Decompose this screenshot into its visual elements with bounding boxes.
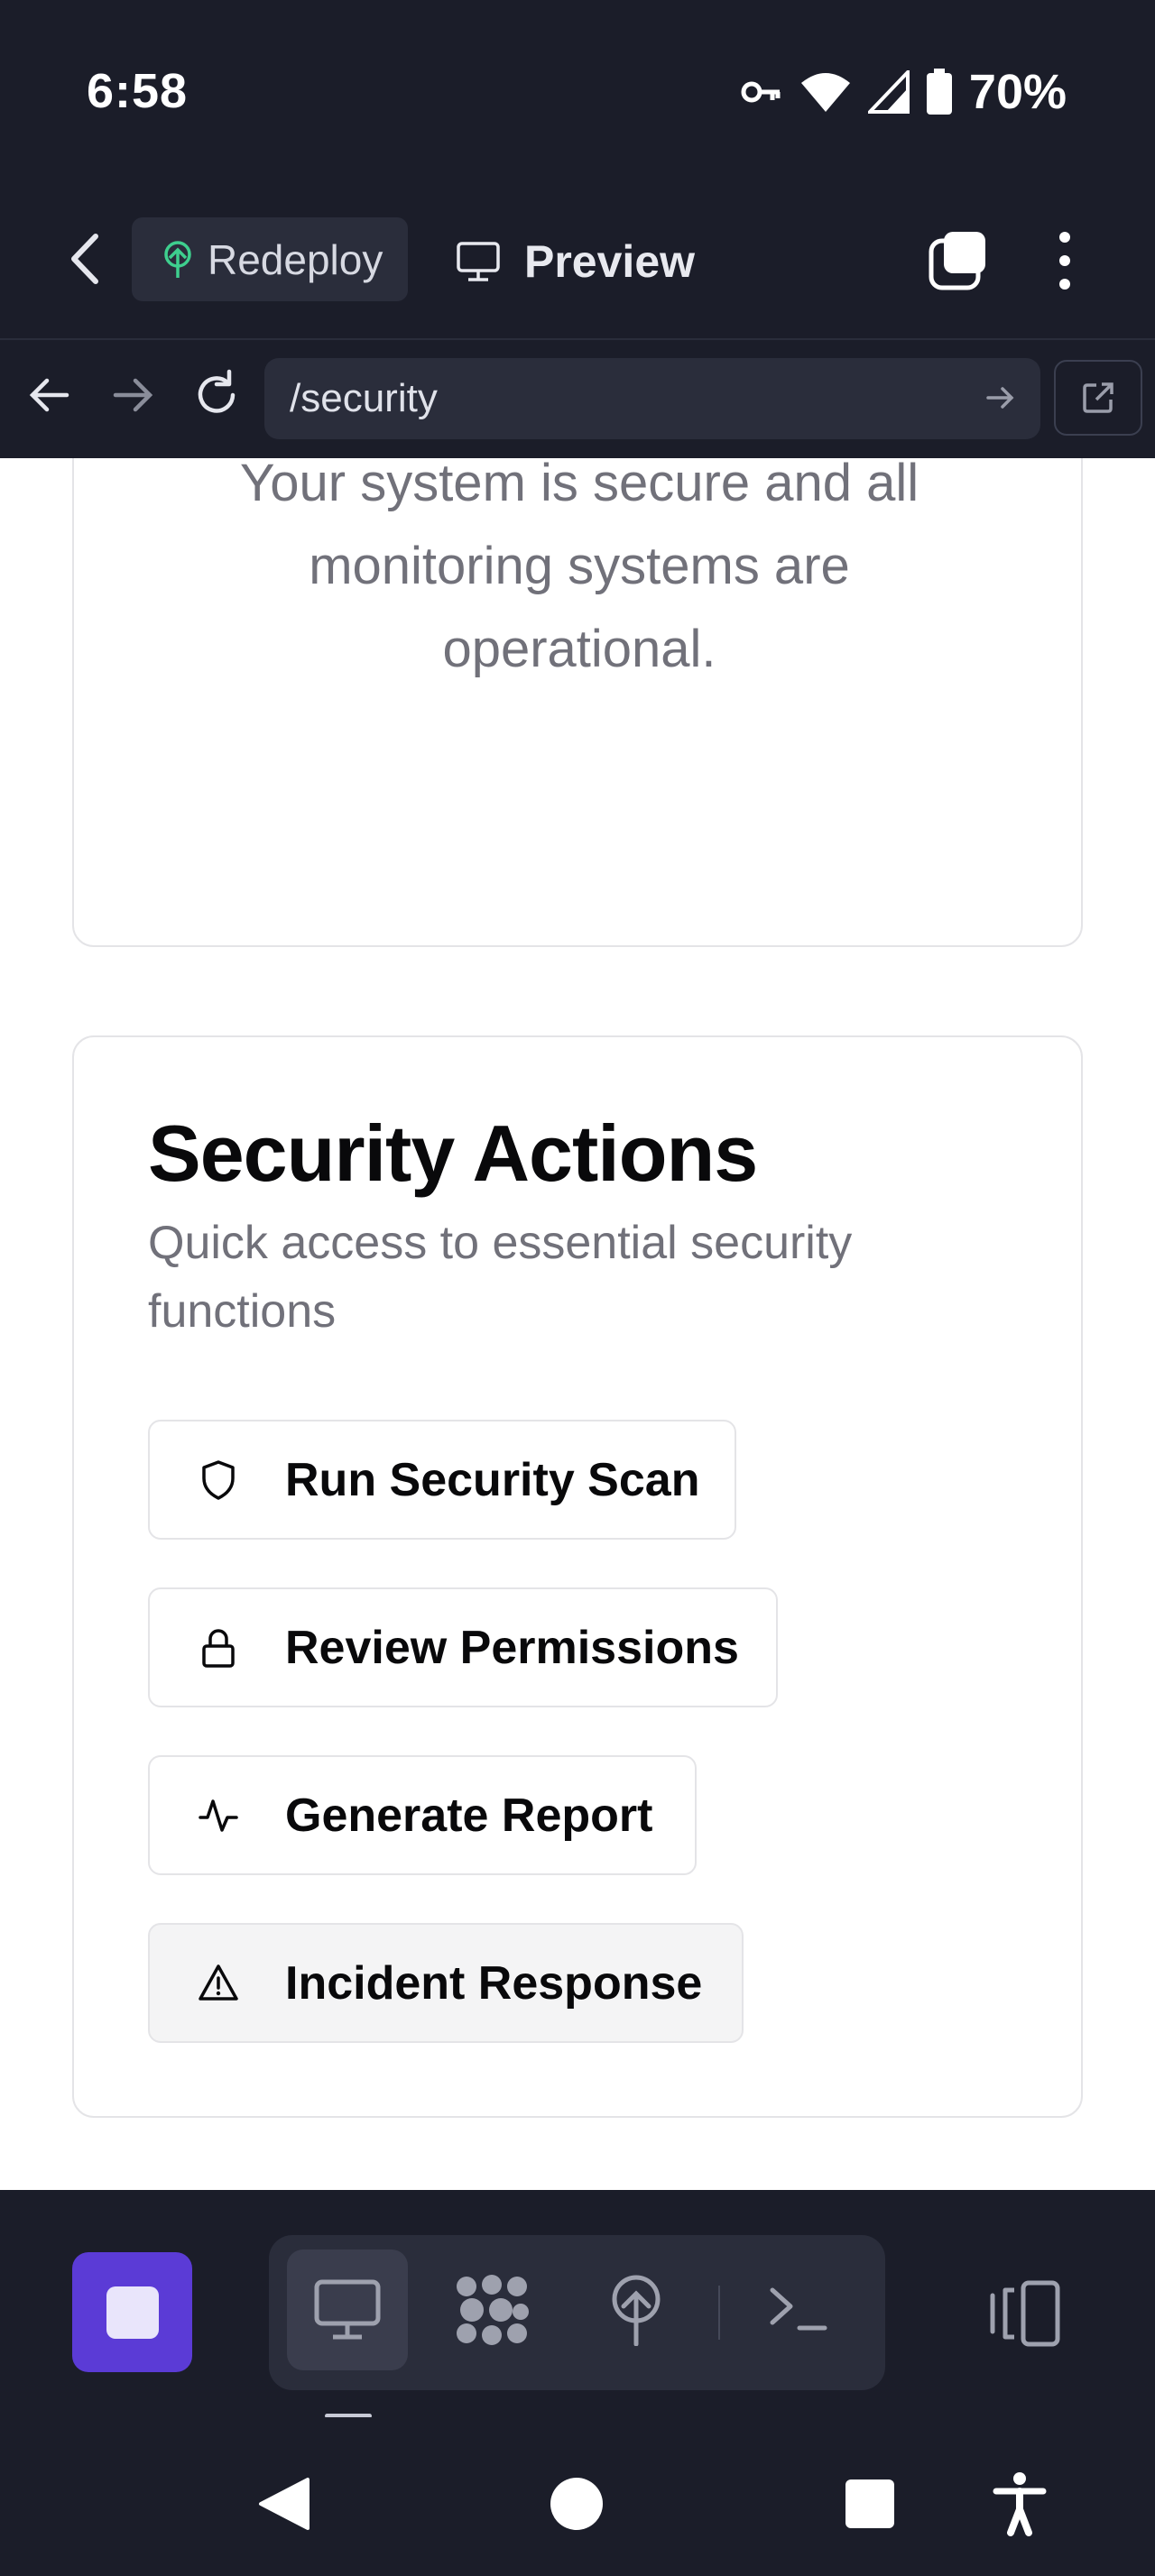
button-label: Incident Response: [285, 1956, 703, 2010]
system-back-icon[interactable]: [257, 2476, 311, 2532]
tabs-icon[interactable]: [928, 230, 989, 291]
external-link-icon: [1083, 382, 1113, 413]
bubbles-tool-button[interactable]: [431, 2249, 552, 2370]
terminal-icon: [770, 2287, 827, 2331]
browser-forward-icon[interactable]: [106, 368, 161, 422]
browser-back-icon[interactable]: [22, 368, 76, 422]
go-arrow-icon[interactable]: [983, 380, 1019, 416]
status-icons: 70%: [740, 63, 1067, 121]
activity-icon: [199, 1799, 238, 1832]
desktop-icon: [314, 2279, 381, 2340]
button-label: Run Security Scan: [285, 1453, 700, 1506]
back-chevron-icon[interactable]: [63, 227, 108, 290]
status-card: Your system is secure and all monitoring…: [72, 458, 1083, 947]
secure-message: Your system is secure and all monitoring…: [239, 458, 919, 678]
deploy-icon: [612, 2275, 661, 2346]
system-recents-icon[interactable]: [845, 2479, 894, 2528]
review-permissions-button[interactable]: Review Permissions: [148, 1587, 778, 1707]
lock-icon: [202, 1628, 235, 1668]
toolbar-divider: [718, 2286, 720, 2340]
alert-triangle-icon: [199, 1964, 238, 2001]
stop-button[interactable]: [72, 2252, 192, 2372]
shield-icon: [202, 1459, 235, 1500]
security-actions-card: Security Actions Quick access to essenti…: [72, 1035, 1083, 2118]
reload-icon[interactable]: [189, 368, 244, 422]
bubbles-icon: [457, 2275, 529, 2345]
card-title: Security Actions: [148, 1109, 758, 1198]
vpn-key-icon: [741, 81, 781, 103]
deploy-tool-button[interactable]: [576, 2249, 697, 2370]
more-menu-icon[interactable]: [1047, 230, 1083, 291]
stop-icon: [106, 2286, 159, 2339]
run-security-scan-button[interactable]: Run Security Scan: [148, 1420, 736, 1540]
terminal-tool-button[interactable]: [738, 2249, 859, 2370]
page-content: Your system is secure and all monitoring…: [0, 458, 1155, 2190]
open-external-button[interactable]: [1054, 360, 1142, 436]
preview-button[interactable]: Preview: [456, 225, 695, 298]
button-label: Generate Report: [285, 1789, 653, 1842]
url-text: /security: [290, 376, 438, 420]
device-toggle-icon[interactable]: [984, 2277, 1065, 2350]
system-home-icon[interactable]: [550, 2478, 603, 2530]
button-label: Review Permissions: [285, 1621, 739, 1674]
accessibility-icon[interactable]: [993, 2471, 1047, 2536]
wifi-icon: [800, 73, 850, 112]
url-input[interactable]: /security: [264, 358, 1040, 439]
desktop-tool-button[interactable]: [287, 2249, 408, 2370]
redeploy-label: Redeploy: [208, 235, 383, 283]
battery-icon: [926, 69, 952, 115]
monitor-icon: [457, 242, 500, 281]
signal-icon: [867, 70, 910, 114]
status-bar: 6:58 70%: [0, 0, 1155, 185]
card-description: Quick access to essential security funct…: [148, 1217, 853, 1338]
incident-response-button[interactable]: Incident Response: [148, 1923, 744, 2043]
status-time: 6:58: [87, 64, 189, 118]
tool-switcher: [269, 2235, 885, 2390]
redeploy-button[interactable]: Redeploy: [132, 217, 408, 301]
preview-label: Preview: [524, 236, 696, 287]
redeploy-icon: [164, 240, 191, 278]
generate-report-button[interactable]: Generate Report: [148, 1755, 697, 1875]
battery-percent: 70%: [968, 65, 1067, 119]
